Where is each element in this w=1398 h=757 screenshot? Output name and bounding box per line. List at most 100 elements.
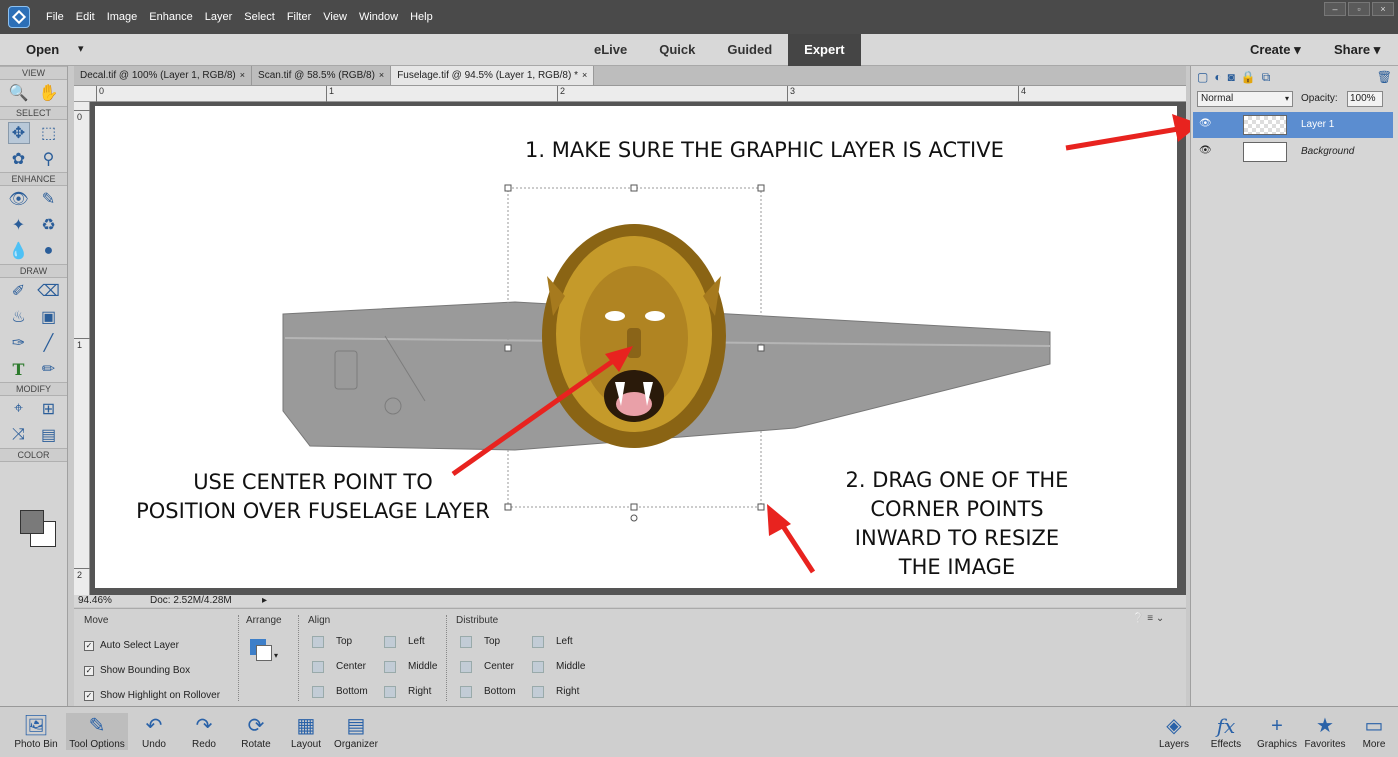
adjustment-layer-icon[interactable]: ◐ — [1214, 70, 1221, 84]
recompose-tool-icon[interactable]: ⊞ — [38, 398, 60, 420]
align-bottom-label[interactable]: Bottom — [336, 686, 368, 697]
align-middle-label[interactable]: Middle — [408, 661, 437, 672]
menu-enhance[interactable]: Enhance — [149, 11, 192, 23]
straighten-tool-icon[interactable]: ▤ — [38, 424, 60, 446]
rotate-button[interactable]: ⟳ Rotate — [236, 713, 276, 750]
align-top-icon[interactable] — [312, 636, 324, 648]
line-tool-icon[interactable]: ╱ — [38, 332, 60, 354]
mode-elive[interactable]: eLive — [578, 34, 643, 66]
tab-decal[interactable]: Decal.tif @ 100% (Layer 1, RGB/8) × — [74, 66, 253, 85]
menu-layer[interactable]: Layer — [205, 11, 233, 23]
share-button[interactable]: Share ▾ — [1334, 42, 1380, 58]
open-button[interactable]: Open — [26, 42, 59, 57]
layers-button[interactable]: ◈ Layers — [1154, 713, 1194, 750]
crop-tool-icon[interactable]: ⌖ — [8, 398, 30, 420]
distribute-center-icon[interactable] — [460, 661, 472, 673]
arrange-dropdown[interactable]: ▾ — [250, 639, 284, 669]
align-right-icon[interactable] — [384, 686, 396, 698]
gradient-tool-icon[interactable]: ▣ — [38, 306, 60, 328]
align-top-label[interactable]: Top — [336, 636, 352, 647]
content-aware-move-icon[interactable]: ⤨ — [8, 424, 30, 446]
distribute-left-icon[interactable] — [532, 636, 544, 648]
tab-scan[interactable]: Scan.tif @ 58.5% (RGB/8) × — [252, 66, 392, 85]
lock-icon[interactable]: 🔒 — [1241, 70, 1256, 84]
organizer-button[interactable]: ▤ Organizer — [330, 713, 382, 750]
clone-stamp-tool-icon[interactable]: ♻ — [38, 214, 60, 236]
menu-edit[interactable]: Edit — [76, 11, 95, 23]
minimize-icon[interactable]: – — [1324, 2, 1346, 16]
mode-guided[interactable]: Guided — [711, 34, 788, 66]
document-canvas[interactable]: 1. MAKE SURE THE GRAPHIC LAYER IS ACTIVE… — [95, 106, 1177, 588]
open-dropdown-icon[interactable]: ▾ — [78, 42, 84, 55]
quick-select-tool-icon[interactable]: ⚲ — [38, 148, 60, 170]
tab-close-icon[interactable]: × — [240, 70, 245, 80]
layer-row-layer1[interactable]: 👁 Layer 1 — [1193, 112, 1393, 138]
mode-quick[interactable]: Quick — [643, 34, 711, 66]
distribute-top-label[interactable]: Top — [484, 636, 500, 647]
align-center-label[interactable]: Center — [336, 661, 366, 672]
distribute-middle-label[interactable]: Middle — [556, 661, 585, 672]
menu-file[interactable]: File — [46, 11, 64, 23]
paint-bucket-tool-icon[interactable]: ♨ — [8, 306, 30, 328]
link-icon[interactable]: ⧉ — [1262, 70, 1271, 84]
align-bottom-icon[interactable] — [312, 686, 324, 698]
opacity-input[interactable]: 100% — [1347, 91, 1383, 107]
effects-button[interactable]: fx Effects — [1206, 713, 1246, 750]
distribute-right-label[interactable]: Right — [556, 686, 579, 697]
brush-tool-icon[interactable]: ✐ — [8, 280, 30, 302]
align-middle-icon[interactable] — [384, 661, 396, 673]
zoom-tool-icon[interactable]: 🔍 — [8, 82, 30, 104]
menu-help[interactable]: Help — [410, 11, 433, 23]
maximize-icon[interactable]: ▫ — [1348, 2, 1370, 16]
spot-healing-tool-icon[interactable]: ✎ — [38, 188, 60, 210]
undo-button[interactable]: ↶ Undo — [136, 713, 172, 750]
tab-close-icon[interactable]: × — [379, 70, 384, 80]
auto-select-checkbox[interactable]: ✓ — [84, 641, 94, 651]
distribute-top-icon[interactable] — [460, 636, 472, 648]
graphics-button[interactable]: + Graphics — [1254, 713, 1300, 750]
blur-tool-icon[interactable]: 💧 — [8, 240, 30, 262]
new-layer-icon[interactable]: ▢ — [1197, 70, 1208, 84]
distribute-center-label[interactable]: Center — [484, 661, 514, 672]
sponge-tool-icon[interactable]: ● — [38, 240, 60, 262]
blend-mode-select[interactable]: Normal ▾ — [1197, 91, 1293, 107]
smart-brush-tool-icon[interactable]: ✦ — [8, 214, 30, 236]
distribute-bottom-icon[interactable] — [460, 686, 472, 698]
foreground-color-swatch[interactable] — [20, 510, 44, 534]
bounding-box-checkbox[interactable]: ✓ — [84, 666, 94, 676]
highlight-checkbox[interactable]: ✓ — [84, 691, 94, 701]
favorites-button[interactable]: ★ Favorites — [1302, 713, 1348, 750]
lasso-tool-icon[interactable]: ✿ — [8, 148, 30, 170]
tab-close-icon[interactable]: × — [582, 70, 587, 80]
distribute-bottom-label[interactable]: Bottom — [484, 686, 516, 697]
distribute-right-icon[interactable] — [532, 686, 544, 698]
visibility-eye-icon[interactable]: 👁 — [1199, 118, 1212, 129]
trash-icon[interactable]: 🗑 — [1377, 70, 1392, 84]
status-menu-icon[interactable]: ▸ — [262, 595, 267, 607]
move-tool-icon[interactable]: ✥ — [7, 122, 30, 144]
marquee-tool-icon[interactable]: ⬚ — [38, 122, 60, 144]
align-center-icon[interactable] — [312, 661, 324, 673]
red-eye-tool-icon[interactable]: 👁 — [8, 188, 30, 210]
layout-button[interactable]: ▦ Layout — [286, 713, 326, 750]
help-icon[interactable]: ❔ ≡ ⌄ — [1132, 613, 1164, 624]
eyedropper-tool-icon[interactable]: ✑ — [8, 332, 30, 354]
menu-view[interactable]: View — [323, 11, 347, 23]
distribute-middle-icon[interactable] — [532, 661, 544, 673]
mode-expert[interactable]: Expert — [788, 34, 861, 66]
distribute-left-label[interactable]: Left — [556, 636, 573, 647]
tab-fuselage[interactable]: Fuselage.tif @ 94.5% (Layer 1, RGB/8) * × — [391, 66, 595, 85]
redo-button[interactable]: ↷ Redo — [186, 713, 222, 750]
layer-mask-icon[interactable]: ◙ — [1228, 70, 1235, 84]
menu-select[interactable]: Select — [244, 11, 275, 23]
menu-filter[interactable]: Filter — [287, 11, 311, 23]
visibility-eye-icon[interactable]: 👁 — [1199, 145, 1212, 156]
zoom-level[interactable]: 94.46% — [78, 595, 112, 607]
hand-tool-icon[interactable]: ✋ — [38, 82, 60, 104]
align-left-label[interactable]: Left — [408, 636, 425, 647]
type-tool-icon[interactable]: T — [8, 358, 30, 380]
pencil-tool-icon[interactable]: ✏ — [38, 358, 60, 380]
align-right-label[interactable]: Right — [408, 686, 431, 697]
create-button[interactable]: Create ▾ — [1250, 42, 1301, 58]
tool-options-button[interactable]: ✎ Tool Options — [66, 713, 128, 750]
